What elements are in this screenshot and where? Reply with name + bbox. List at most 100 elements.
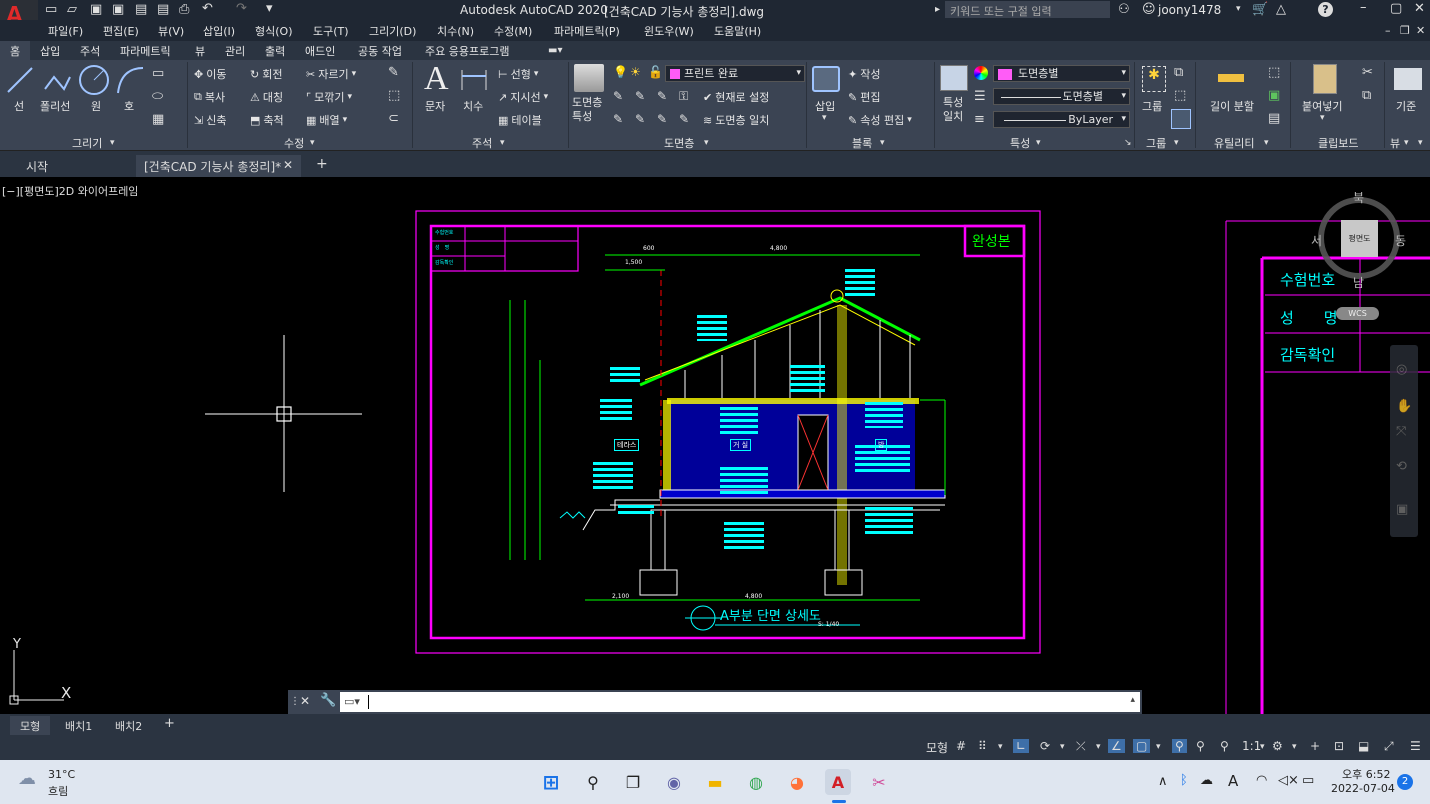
annotation-scale-value[interactable]: 1:1 bbox=[1242, 739, 1261, 753]
web-open-icon[interactable]: ▤ bbox=[135, 3, 147, 16]
explode-icon[interactable]: ⬚ bbox=[388, 89, 400, 102]
color-combo[interactable]: 도면층별 ▾ bbox=[993, 65, 1130, 82]
erase-icon[interactable]: ✎ bbox=[388, 66, 399, 79]
ribbon-toggle-icon[interactable]: ▬▾ bbox=[548, 44, 562, 57]
paste-icon[interactable] bbox=[1313, 64, 1337, 94]
edit-attributes-button[interactable]: ✎ 속성 편집 ▾ bbox=[848, 112, 912, 128]
unlock-icon[interactable]: 🔓 bbox=[648, 66, 663, 79]
tab-view[interactable]: 뷰 bbox=[195, 43, 205, 59]
tab-start[interactable]: 시작 bbox=[18, 155, 134, 177]
model-space-button[interactable]: 모형 bbox=[926, 739, 948, 756]
new-tab-icon[interactable]: + bbox=[308, 155, 336, 177]
tab-home[interactable]: 홈 bbox=[0, 41, 31, 60]
doc-minimize-icon[interactable]: – bbox=[1385, 24, 1391, 37]
snap-dropdown-icon[interactable]: ▾ bbox=[998, 742, 1003, 752]
cart-icon[interactable]: 🛒 bbox=[1252, 3, 1268, 16]
chrome-icon[interactable]: ◍ bbox=[743, 769, 769, 795]
tab-output[interactable]: 출력 bbox=[265, 43, 285, 59]
layer-tool-icon-8[interactable]: ✎ bbox=[679, 113, 689, 126]
web-save-icon[interactable]: ▤ bbox=[157, 3, 169, 16]
undo-icon[interactable]: ↶ bbox=[202, 2, 213, 15]
groups-panel-title[interactable]: 그룹 bbox=[1146, 135, 1166, 151]
annotation-dropdown-icon[interactable]: ▾ bbox=[500, 137, 505, 150]
expand-icon[interactable]: ▸ bbox=[935, 3, 940, 16]
customization-icon[interactable]: ☰ bbox=[1410, 739, 1421, 753]
tray-overflow-icon[interactable]: ∧ bbox=[1158, 774, 1168, 789]
autocad-taskbar-icon[interactable]: A bbox=[825, 769, 851, 795]
volume-icon[interactable]: ◁× bbox=[1278, 773, 1299, 788]
rectangle-icon[interactable]: ▭ bbox=[152, 67, 164, 80]
calculator-icon[interactable]: ▤ bbox=[1268, 112, 1280, 125]
viewcube-north[interactable]: 북 bbox=[1353, 189, 1364, 206]
ribbon-more-icon[interactable]: ▾ bbox=[1418, 137, 1423, 150]
teams-chat-icon[interactable]: ◉ bbox=[661, 769, 687, 795]
quick-properties-icon[interactable]: ⬓ bbox=[1358, 739, 1369, 753]
linear-button[interactable]: ⊢ 선형 ▾ bbox=[498, 66, 538, 82]
tab-model[interactable]: 모형 bbox=[10, 716, 51, 735]
cut-icon[interactable]: ✂ bbox=[1362, 66, 1373, 79]
line-icon[interactable] bbox=[5, 65, 35, 95]
measure-icon[interactable] bbox=[1218, 74, 1244, 82]
binoculars-icon[interactable]: ⚇ bbox=[1118, 3, 1130, 16]
scale-dropdown-icon[interactable]: ▾ bbox=[1260, 742, 1265, 752]
annotation-autoscale-icon[interactable]: ⚲ bbox=[1196, 739, 1205, 753]
menu-help[interactable]: 도움말(H) bbox=[714, 23, 761, 39]
polyline-button[interactable]: 폴리선 bbox=[40, 98, 70, 114]
scale-button[interactable]: ⬒ 축척 bbox=[250, 112, 284, 128]
ortho-icon[interactable]: ∟ bbox=[1013, 739, 1030, 753]
osnap-dropdown-icon[interactable]: ▾ bbox=[1156, 742, 1161, 752]
annotation-monitor-icon[interactable]: + bbox=[1310, 739, 1320, 753]
tab-active-drawing[interactable]: [건축CAD 기능사 총정리]* ✕ bbox=[136, 155, 301, 177]
draw-panel-title[interactable]: 그리기 bbox=[72, 135, 102, 151]
group-icon[interactable]: ✱ bbox=[1142, 66, 1166, 92]
clock-date[interactable]: 2022-07-04 bbox=[1331, 782, 1395, 795]
osnap-icon[interactable]: ▢ bbox=[1133, 739, 1151, 753]
utility-icon-2[interactable]: ▣ bbox=[1268, 89, 1280, 102]
clock-time[interactable]: 오후 6:52 bbox=[1342, 766, 1390, 782]
new-icon[interactable]: ▭ bbox=[45, 3, 57, 16]
menu-window[interactable]: 윈도우(W) bbox=[644, 23, 694, 39]
lightbulb-icon[interactable]: 💡 bbox=[613, 66, 628, 79]
add-layout-icon[interactable]: + bbox=[154, 716, 185, 735]
dimension-icon[interactable] bbox=[458, 66, 490, 94]
snipping-tool-icon[interactable]: ✂ bbox=[866, 769, 892, 795]
customize-icon[interactable]: ▾ bbox=[266, 2, 273, 15]
layer-properties-icon[interactable] bbox=[574, 64, 604, 92]
tab-parametric[interactable]: 파라메트릭 bbox=[120, 43, 171, 59]
menu-parametric[interactable]: 파라메트릭(P) bbox=[554, 23, 620, 39]
clean-screen-icon[interactable]: ⤢ bbox=[1384, 739, 1394, 754]
maximize-icon[interactable]: ▢ bbox=[1390, 2, 1402, 15]
zoom-icon[interactable]: ⤧ bbox=[1396, 425, 1406, 438]
minimize-icon[interactable]: – bbox=[1360, 1, 1367, 14]
viewcube-east[interactable]: 동 bbox=[1395, 232, 1406, 249]
group-edit-icon[interactable]: ⬚ bbox=[1174, 89, 1186, 102]
properties-launcher-icon[interactable]: ↘ bbox=[1124, 137, 1132, 150]
redo-icon[interactable]: ↷ bbox=[236, 2, 247, 15]
bluetooth-icon[interactable]: ᛒ bbox=[1180, 773, 1188, 788]
layer-properties-button[interactable]: 도면층 특성 bbox=[572, 96, 602, 124]
menu-view[interactable]: 뷰(V) bbox=[158, 23, 184, 39]
notification-badge[interactable]: 2 bbox=[1397, 774, 1413, 790]
command-close-icon[interactable]: ✕ bbox=[300, 695, 310, 708]
base-view-button[interactable]: 기준 bbox=[1396, 98, 1416, 114]
polar-icon[interactable]: ⟳ bbox=[1040, 739, 1050, 753]
match-properties-button[interactable]: 특성 일치 bbox=[943, 96, 963, 124]
save-as-icon[interactable]: ▣ bbox=[112, 3, 124, 16]
menu-draw[interactable]: 그리기(D) bbox=[369, 23, 416, 39]
copy-clip-icon[interactable]: ⧉ bbox=[1362, 89, 1371, 102]
menu-dimension[interactable]: 치수(N) bbox=[437, 23, 474, 39]
ungroup-icon[interactable]: ⧉ bbox=[1174, 66, 1183, 79]
offset-icon[interactable]: ⊂ bbox=[388, 112, 399, 125]
move-button[interactable]: ✥ 이동 bbox=[194, 66, 226, 82]
command-grip-icon[interactable]: ⋮ bbox=[290, 695, 300, 708]
units-icon[interactable]: ⊡ bbox=[1334, 739, 1344, 753]
group-button[interactable]: 그룹 bbox=[1142, 98, 1162, 114]
windows-start-icon[interactable]: ⊞ bbox=[538, 769, 564, 795]
tab-featured-apps[interactable]: 주요 응용프로그램 bbox=[425, 43, 509, 59]
layer-tool-icon-3[interactable]: ✎ bbox=[657, 90, 667, 103]
fillet-button[interactable]: ⌜ 모깎기 ▾ bbox=[306, 89, 352, 105]
layer-tool-icon-4[interactable]: ⚿ bbox=[679, 90, 688, 103]
hatch-icon[interactable]: ▦ bbox=[152, 113, 164, 126]
menu-insert[interactable]: 삽입(I) bbox=[203, 23, 235, 39]
close-icon[interactable]: ✕ bbox=[1414, 2, 1425, 15]
